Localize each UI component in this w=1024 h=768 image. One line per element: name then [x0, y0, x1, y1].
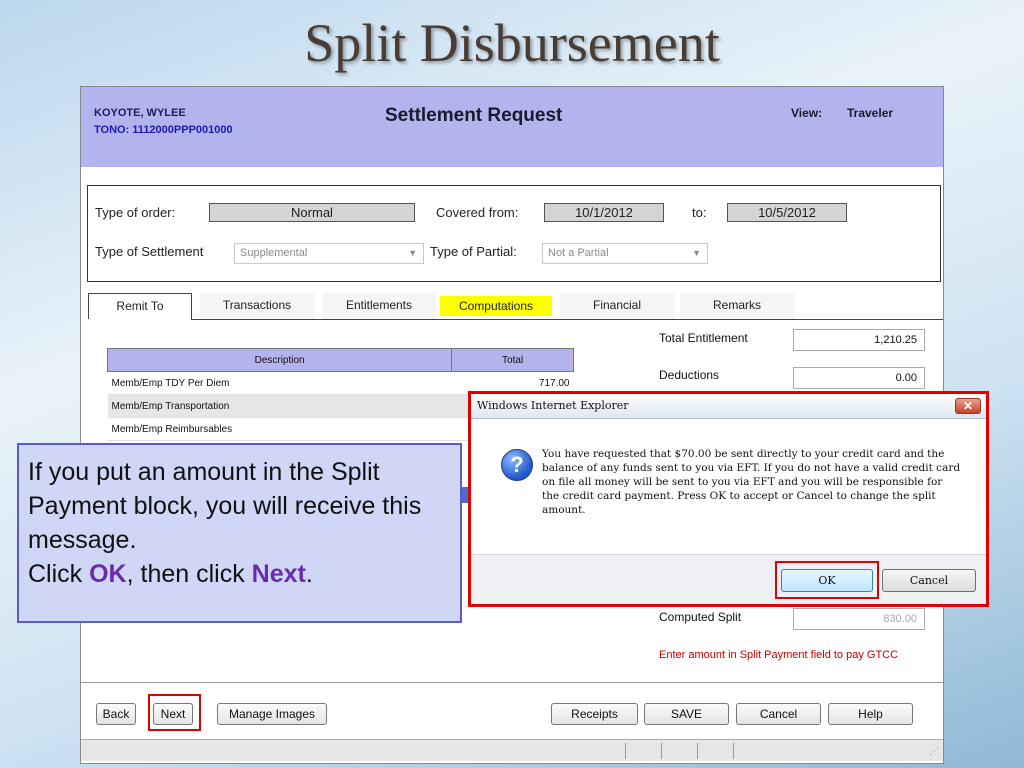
- ok-highlight: [775, 561, 879, 599]
- back-button[interactable]: Back: [96, 703, 136, 725]
- type-of-settlement-select[interactable]: Supplemental ▼: [234, 243, 424, 264]
- question-icon: ?: [501, 449, 533, 481]
- cancel-button[interactable]: Cancel: [736, 703, 821, 725]
- tab-computations[interactable]: Computations: [440, 296, 552, 316]
- tono-number: TONO: 1112000PPP001000: [94, 124, 233, 136]
- description-header: Description: [106, 348, 453, 372]
- resize-grip-icon[interactable]: ⋰: [929, 746, 939, 757]
- order-details-panel: Type of order: Normal Covered from: 10/1…: [87, 185, 941, 282]
- total-entitlement-field: 1,210.25: [793, 329, 925, 351]
- callout-then-text: , then click: [126, 560, 252, 588]
- row-description: Memb/Emp Reimbursables: [107, 417, 452, 441]
- total-entitlement-label: Total Entitlement: [659, 331, 748, 345]
- status-pane: [625, 743, 661, 759]
- slide-title: Split Disbursement: [304, 13, 720, 73]
- row-description: Memb/Emp TDY Per Diem: [107, 371, 452, 395]
- help-button[interactable]: Help: [828, 703, 913, 725]
- to-label: to:: [692, 205, 707, 220]
- covered-to-field: 10/5/2012: [727, 203, 847, 222]
- type-of-settlement-value: Supplemental: [240, 247, 308, 259]
- type-of-order-field: Normal: [209, 203, 415, 222]
- confirm-dialog: Windows Internet Explorer ✕ ? You have r…: [468, 391, 989, 607]
- tab-transactions[interactable]: Transactions: [200, 293, 314, 319]
- total-header: Total: [451, 348, 574, 372]
- dialog-title: Windows Internet Explorer: [471, 394, 986, 419]
- traveler-name: KOYOTE, WYLEE: [94, 107, 186, 119]
- row-description: Memb/Emp Transportation: [107, 394, 452, 418]
- deductions-label: Deductions: [659, 368, 720, 382]
- status-pane: [697, 743, 733, 759]
- split-payment-note: Enter amount in Split Payment field to p…: [659, 649, 899, 661]
- type-of-partial-label: Type of Partial:: [430, 244, 517, 259]
- status-bar: ⋰: [81, 739, 943, 761]
- type-of-partial-value: Not a Partial: [548, 247, 609, 259]
- dialog-footer: OK Cancel: [471, 554, 986, 604]
- chevron-down-icon: ▼: [692, 248, 701, 258]
- chevron-down-icon: ▼: [408, 248, 417, 258]
- callout-next-emphasis: Next: [251, 560, 306, 588]
- page-header: KOYOTE, WYLEE TONO: 1112000PPP001000 Set…: [81, 87, 943, 167]
- callout-period: .: [305, 560, 313, 588]
- covered-from-field: 10/1/2012: [544, 203, 664, 222]
- tab-remit-to[interactable]: Remit To: [88, 293, 192, 319]
- close-icon[interactable]: ✕: [955, 398, 981, 414]
- dialog-message: You have requested that $70.00 be sent d…: [542, 448, 961, 516]
- deductions-field: 0.00: [793, 367, 925, 389]
- page-title: Settlement Request: [385, 105, 563, 126]
- view-label: View:: [791, 106, 823, 120]
- status-pane: [661, 743, 697, 759]
- tab-remarks[interactable]: Remarks: [680, 293, 794, 319]
- tab-divider: [191, 319, 943, 320]
- status-pane: [733, 743, 933, 759]
- covered-from-label: Covered from:: [436, 205, 519, 220]
- computed-split-label: Computed Split: [659, 610, 742, 624]
- type-of-partial-select[interactable]: Not a Partial ▼: [542, 243, 708, 264]
- type-of-order-label: Type of order:: [95, 205, 176, 220]
- computed-split-field: 830.00: [793, 608, 925, 630]
- tab-bar: Remit To Transactions Entitlements Compu…: [88, 293, 938, 319]
- tab-entitlements[interactable]: Entitlements: [322, 293, 436, 319]
- view-value: Traveler: [847, 106, 894, 120]
- receipts-button[interactable]: Receipts: [551, 703, 638, 725]
- dialog-cancel-button[interactable]: Cancel: [882, 569, 976, 592]
- type-of-settlement-label: Type of Settlement: [95, 244, 204, 259]
- callout-click-text: Click: [28, 560, 90, 588]
- tab-financial[interactable]: Financial: [560, 293, 674, 319]
- next-highlight: [148, 694, 201, 731]
- manage-images-button[interactable]: Manage Images: [217, 703, 327, 725]
- callout-ok-emphasis: OK: [89, 560, 127, 588]
- footer-divider: [81, 682, 943, 683]
- callout-text: If you put an amount in the Split Paymen…: [28, 458, 422, 554]
- instruction-callout: If you put an amount in the Split Paymen…: [17, 443, 462, 623]
- save-button[interactable]: SAVE: [644, 703, 729, 725]
